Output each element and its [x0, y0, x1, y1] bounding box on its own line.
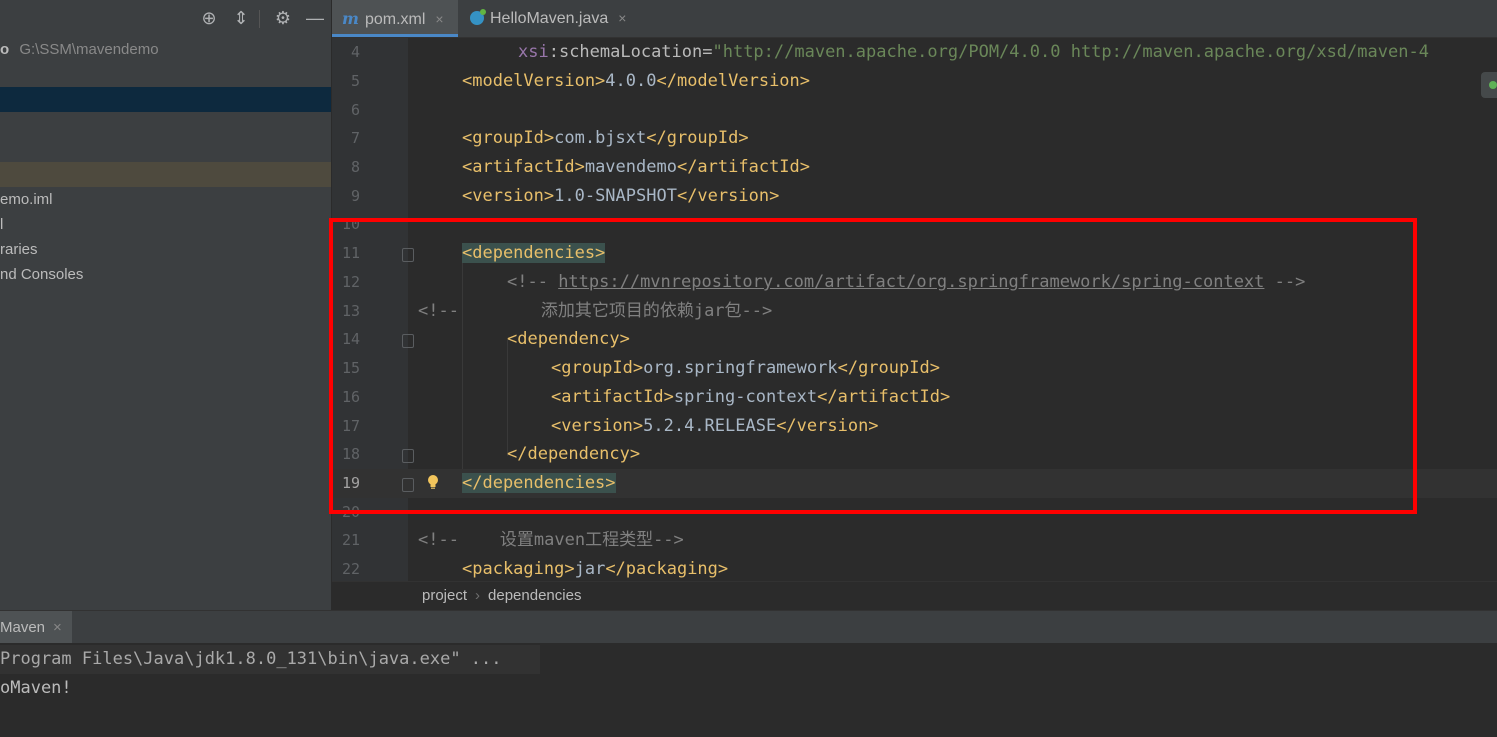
code-line: 16 <artifactId>spring-context</artifactI… [341, 387, 951, 407]
tab-hellomaven-java[interactable]: HelloMaven.java × [468, 0, 626, 37]
code-line: 11 <dependencies> [341, 243, 606, 263]
code-line: 8 <artifactId>mavendemo</artifactId> [350, 157, 811, 177]
tree-item-root[interactable]: o G:\SSM\mavendemo [0, 37, 331, 62]
tree-item-label: l [0, 216, 4, 233]
code-line: 18 </dependency> [341, 444, 641, 464]
tree-item-label: nd Consoles [0, 266, 84, 283]
project-panel: ⊕ ⇕ ⚙ — o G:\SSM\mavendemo emo.iml l rar… [0, 0, 331, 610]
minimize-icon[interactable]: — [304, 7, 326, 29]
editor-tabbar: m pom.xml × HelloMaven.java × [332, 0, 1497, 38]
run-tab-label: Maven [0, 619, 46, 636]
run-panel-header: Maven × [0, 610, 1497, 644]
java-class-icon [470, 9, 486, 25]
code-line: 4 xsi:schemaLocation="http://maven.apach… [350, 42, 1429, 62]
breadcrumb-item-dependencies[interactable]: dependencies [488, 587, 581, 604]
breadcrumb: project › dependencies [332, 581, 1497, 611]
code-line: 20 [341, 503, 360, 521]
tree-root-path: G:\SSM\mavendemo [19, 41, 159, 58]
tree-item-iml[interactable]: emo.iml [0, 187, 331, 212]
tab-label: pom.xml [364, 11, 426, 28]
run-tab-maven[interactable]: Maven × [0, 611, 72, 644]
toolbar-divider [259, 10, 260, 28]
close-icon[interactable]: × [435, 11, 443, 27]
tree-item-selected[interactable] [0, 87, 331, 112]
tree-item-label: raries [0, 241, 38, 258]
project-toolbar: ⊕ ⇕ ⚙ — [0, 0, 331, 37]
fold-marker-icon[interactable] [402, 449, 414, 463]
close-icon[interactable]: × [53, 619, 62, 636]
fold-marker-icon[interactable] [402, 334, 414, 348]
tree-item-pom[interactable]: l [0, 212, 331, 237]
code-line: 9 <version>1.0-SNAPSHOT</version> [350, 186, 780, 206]
tree-item-highlighted[interactable] [0, 162, 331, 187]
close-icon[interactable]: × [618, 10, 626, 26]
code-line: 21 <!-- 设置maven工程类型--> [341, 530, 684, 550]
code-line-current: 19 </dependencies> [332, 469, 1497, 498]
tree-root-name: o [0, 41, 10, 58]
code-editor[interactable]: 4 xsi:schemaLocation="http://maven.apach… [332, 38, 1497, 581]
code-line: 7 <groupId>com.bjsxt</groupId> [350, 128, 749, 148]
tree-item-external-libraries[interactable]: raries [0, 237, 331, 262]
tree-item-label: emo.iml [0, 191, 53, 208]
lightbulb-icon[interactable] [427, 474, 439, 490]
run-console[interactable]: Program Files\Java\jdk1.8.0_131\bin\java… [0, 643, 1497, 737]
code-line: 13 <!-- 添加其它项目的依赖jar包--> [341, 301, 773, 321]
tab-pom-xml[interactable]: m pom.xml × [332, 0, 458, 37]
code-line: 14 <dependency> [341, 329, 630, 349]
code-line: 5 <modelVersion>4.0.0</modelVersion> [350, 71, 811, 91]
maven-repository-link[interactable]: https://mvnrepository.com/artifact/org.s… [558, 272, 1264, 292]
collapse-icon[interactable]: ⇕ [230, 7, 252, 29]
code-line: 17 <version>5.2.4.RELEASE</version> [341, 416, 879, 436]
code-line: 10 [341, 215, 360, 233]
fold-marker-icon[interactable] [402, 248, 414, 262]
tree-item-scratches[interactable]: nd Consoles [0, 262, 331, 287]
tab-label: HelloMaven.java [490, 10, 609, 27]
console-command-line: Program Files\Java\jdk1.8.0_131\bin\java… [0, 645, 540, 674]
maven-m-icon: m [342, 9, 359, 28]
breadcrumb-item-project[interactable]: project [422, 587, 467, 604]
fold-marker-icon[interactable] [402, 478, 414, 492]
locate-icon[interactable]: ⊕ [198, 7, 220, 29]
code-line: 6 [350, 101, 360, 119]
code-line: 22 <packaging>jar</packaging> [341, 559, 729, 579]
gear-icon[interactable]: ⚙ [272, 7, 294, 29]
code-line: 12 <!-- https://mvnrepository.com/artifa… [341, 272, 1306, 292]
console-output-line: oMaven! [0, 678, 72, 698]
chevron-right-icon: › [475, 587, 481, 604]
code-line: 15 <groupId>org.springframework</groupId… [341, 358, 940, 378]
